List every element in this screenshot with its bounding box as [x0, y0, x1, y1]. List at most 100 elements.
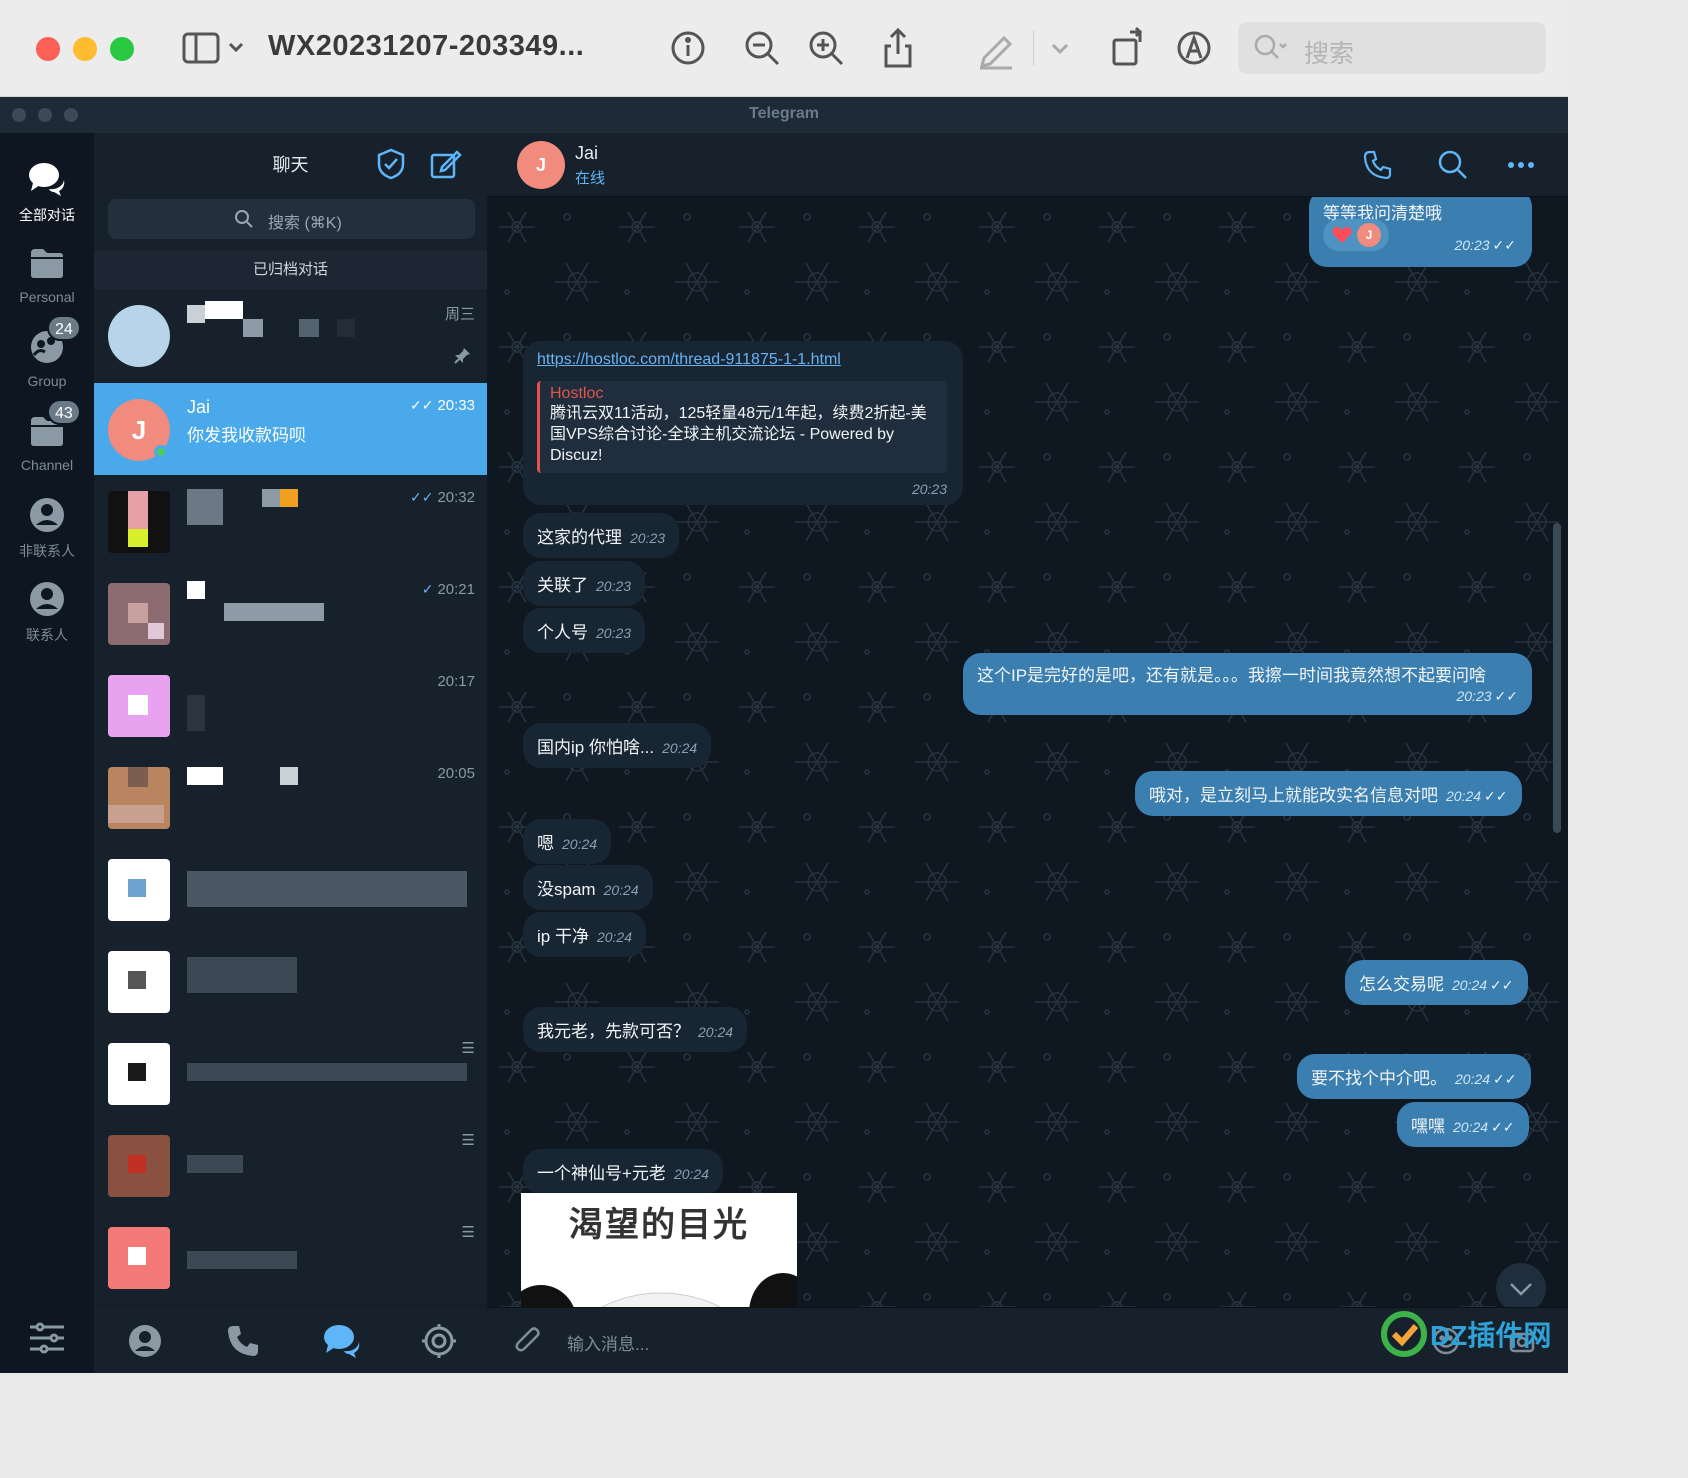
chat-scrollbar[interactable]: [1553, 523, 1561, 833]
contacts-icon[interactable]: [126, 1322, 164, 1360]
chat-search-input[interactable]: 搜索 (⌘K): [108, 199, 475, 239]
archived-chats-button[interactable]: 已归档对话: [94, 251, 487, 289]
reaction-avatar: J: [1357, 223, 1381, 247]
message-bubble-in[interactable]: 国内ip 你怕啥... 20:24: [523, 723, 712, 768]
chat-row[interactable]: [94, 843, 487, 935]
message-bubble-in[interactable]: 关联了 20:23: [523, 561, 646, 606]
message-bubble-out[interactable]: 要不找个中介吧。 20:24 ✓✓: [1297, 1054, 1531, 1099]
folder-non-contacts[interactable]: 非联系人: [0, 495, 94, 575]
zoom-in-icon[interactable]: [804, 26, 848, 70]
zoom-window-button[interactable]: [110, 37, 134, 61]
rotate-icon[interactable]: [1106, 26, 1150, 70]
chat-row-jai[interactable]: J Jai 你发我收款码呗 ✓✓ 20:33: [94, 383, 487, 475]
watermark-check-icon: [1381, 1311, 1427, 1357]
message-bubble-out[interactable]: 怎么交易呢 20:24 ✓✓: [1345, 960, 1528, 1005]
folder-group[interactable]: 24 Group: [0, 315, 94, 407]
message-time: 20:23: [1454, 237, 1490, 253]
pixelated-name: [243, 319, 263, 337]
read-check-icon: ✓✓: [1493, 1071, 1517, 1087]
message-bubble-in[interactable]: 嗯 20:24: [523, 819, 612, 864]
folder-settings-icon[interactable]: [28, 1321, 66, 1355]
message-time: 20:24: [596, 929, 633, 945]
message-bubble-in[interactable]: 我元老，先款可否？ 20:24: [523, 1007, 748, 1052]
phone-icon[interactable]: [224, 1322, 262, 1360]
attach-icon[interactable]: [513, 1326, 543, 1356]
compose-icon[interactable]: [428, 147, 462, 181]
folder-label: Channel: [20, 457, 74, 473]
chat-row[interactable]: ☰: [94, 1119, 487, 1211]
folder-channel[interactable]: 43 Channel: [0, 399, 94, 491]
message-text: 嗯: [537, 834, 554, 853]
chat-row[interactable]: ✓✓ 20:32: [94, 475, 487, 567]
sticker-image[interactable]: 渴望的目光: [521, 1193, 797, 1307]
message-bubble-in[interactable]: 没spam 20:24: [523, 865, 653, 910]
preview-search-field[interactable]: 搜索: [1238, 22, 1546, 74]
message-bubble-in[interactable]: 个人号 20:23: [523, 608, 646, 653]
read-check-icon: ✓✓: [1484, 788, 1508, 804]
settings-gear-icon[interactable]: [420, 1322, 458, 1360]
message-time: 20:24: [1455, 1071, 1491, 1087]
call-icon[interactable]: [1362, 149, 1394, 181]
info-icon[interactable]: [666, 26, 710, 70]
pixelated-name: [280, 767, 298, 785]
avatar: [108, 491, 170, 553]
message-bubble-in[interactable]: 一个神仙号+元老 20:24: [523, 1149, 723, 1194]
more-icon[interactable]: [1505, 149, 1537, 181]
minimize-window-button[interactable]: [73, 37, 97, 61]
message-bubble-out[interactable]: 这个IP是完好的是吧，还有就是。。。我擦一时间我竟然想不起要问啥 20:23 ✓✓: [963, 653, 1532, 715]
sidebar-toggle-icon[interactable]: [180, 26, 246, 70]
link-preview[interactable]: Hostloc 腾讯云双11活动，125轻量48元/1年起，续费2折起-美国VP…: [537, 381, 947, 473]
shield-icon[interactable]: [374, 147, 408, 181]
read-check-icon: ✓✓: [409, 489, 434, 505]
chat-row[interactable]: [94, 935, 487, 1027]
message-time: 20:24: [1446, 788, 1482, 804]
message-bubble-out[interactable]: 等等我问清楚哦 J 20:23 ✓✓: [1309, 197, 1532, 267]
window-title: Telegram: [749, 105, 819, 122]
folder-personal[interactable]: Personal: [0, 243, 94, 323]
message-text: 一个神仙号+元老: [537, 1164, 666, 1183]
read-check-icon: ✓✓: [1492, 237, 1516, 253]
chat-row[interactable]: ☰: [94, 1027, 487, 1119]
message-bubble-in[interactable]: ip 干净 20:24: [523, 912, 647, 957]
share-icon[interactable]: [876, 26, 920, 70]
link-message[interactable]: https://hostloc.com/thread-911875-1-1.ht…: [523, 341, 963, 505]
search-icon[interactable]: [1437, 149, 1469, 181]
pixelated-name: [187, 305, 205, 323]
chevron-down-icon[interactable]: [1046, 26, 1074, 70]
message-bubble-out[interactable]: 嘿嘿 20:24 ✓✓: [1397, 1102, 1529, 1147]
close-window-button[interactable]: [36, 37, 60, 61]
message-text: 怎么交易呢: [1359, 975, 1444, 994]
chat-row[interactable]: 20:17: [94, 659, 487, 751]
avatar: [108, 675, 170, 737]
message-input[interactable]: 输入消息...: [567, 1330, 649, 1355]
chat-time: 20:17: [437, 673, 475, 690]
message-time: 20:24: [673, 1166, 709, 1182]
bottom-nav: [94, 1305, 487, 1373]
message-link[interactable]: https://hostloc.com/thread-911875-1-1.ht…: [537, 351, 949, 369]
message-bubble-in[interactable]: 这家的代理 20:23: [523, 513, 680, 558]
pixelated-name: [224, 603, 324, 621]
folder-label: 联系人: [26, 627, 68, 643]
avatar[interactable]: J: [517, 141, 565, 189]
zoom-out-icon[interactable]: [740, 26, 784, 70]
watermark-text: DZ插件网: [1430, 1320, 1552, 1351]
chat-row[interactable]: 20:05: [94, 751, 487, 843]
message-text: 国内ip 你怕啥...: [537, 738, 655, 757]
markup-pen-icon[interactable]: [974, 26, 1018, 70]
chat-row[interactable]: ☰: [94, 1211, 487, 1305]
chat-row[interactable]: ✓ 20:21: [94, 567, 487, 659]
folder-all-chats[interactable]: 全部对话: [0, 159, 94, 239]
chat-time: ✓ 20:21: [421, 581, 475, 598]
muted-icon: ☰: [461, 1132, 475, 1149]
scroll-to-bottom-button[interactable]: [1496, 1263, 1546, 1313]
preview-search-placeholder: 搜索: [1304, 40, 1355, 68]
markup-icon[interactable]: [1172, 26, 1216, 70]
message-bubble-out[interactable]: 哦对，是立刻马上就能改实名信息对吧 20:24 ✓✓: [1135, 771, 1522, 816]
folder-contacts[interactable]: 联系人: [0, 579, 94, 659]
chats-icon[interactable]: [322, 1322, 360, 1360]
pixelated-name: [262, 489, 280, 507]
reaction-pill[interactable]: J: [1323, 219, 1389, 251]
contact-name[interactable]: Jai: [575, 143, 598, 164]
chat-row[interactable]: 周三: [94, 289, 487, 381]
message-text: 要不找个中介吧。: [1311, 1069, 1447, 1088]
